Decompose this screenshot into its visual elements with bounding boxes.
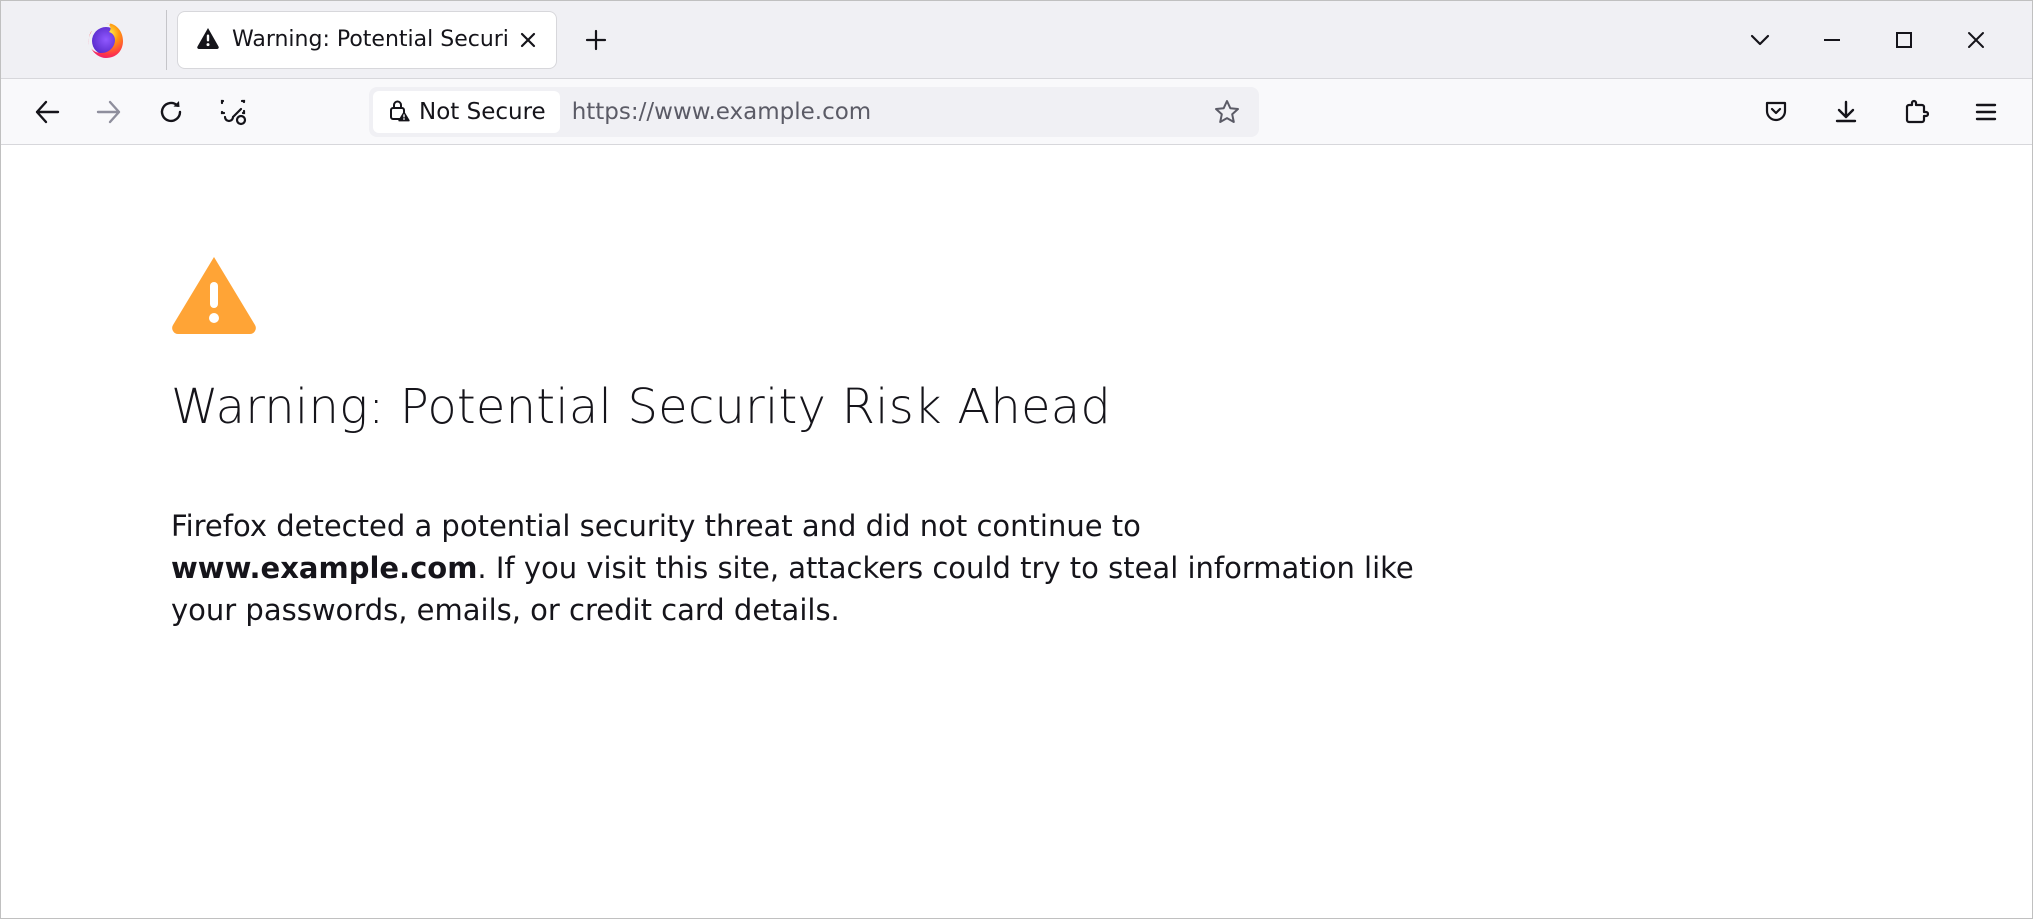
url-text: https://www.example.com xyxy=(572,99,1209,125)
app-menu-button[interactable] xyxy=(1960,86,2012,138)
page-heading: Warning: Potential Security Risk Ahead xyxy=(171,379,2032,435)
firefox-logo-icon xyxy=(86,20,126,60)
minimize-window-button[interactable] xyxy=(1796,12,1868,68)
bookmark-star-button[interactable] xyxy=(1209,94,1245,130)
forward-button[interactable] xyxy=(83,86,135,138)
desc-host: www.example.com xyxy=(171,551,477,585)
close-window-button[interactable] xyxy=(1940,12,2012,68)
pocket-button[interactable] xyxy=(1750,86,1802,138)
back-button[interactable] xyxy=(21,86,73,138)
url-bar[interactable]: Not Secure https://www.example.com xyxy=(369,87,1259,137)
lock-warning-icon xyxy=(387,98,411,126)
downloads-button[interactable] xyxy=(1820,86,1872,138)
new-tab-button[interactable] xyxy=(572,16,620,64)
tab-bar: Warning: Potential Security Risk xyxy=(1,1,2032,79)
maximize-window-button[interactable] xyxy=(1868,12,1940,68)
warning-triangle-icon xyxy=(196,26,220,54)
not-secure-label: Not Secure xyxy=(419,99,546,125)
screenshot-button[interactable] xyxy=(207,86,259,138)
extensions-button[interactable] xyxy=(1890,86,1942,138)
reload-button[interactable] xyxy=(145,86,197,138)
active-tab[interactable]: Warning: Potential Security Risk xyxy=(177,11,557,69)
security-indicator[interactable]: Not Secure xyxy=(373,91,560,133)
close-tab-button[interactable] xyxy=(514,26,542,54)
tab-title: Warning: Potential Security Risk xyxy=(232,27,509,52)
page-content: Warning: Potential Security Risk Ahead F… xyxy=(1,145,2032,631)
window-controls xyxy=(1796,12,2032,68)
desc-text-before: Firefox detected a potential security th… xyxy=(171,509,1141,543)
tab-divider xyxy=(166,10,167,70)
warning-triangle-large-icon xyxy=(171,255,2032,339)
navigation-toolbar: Not Secure https://www.example.com xyxy=(1,79,2032,145)
page-description: Firefox detected a potential security th… xyxy=(171,505,1461,631)
list-all-tabs-button[interactable] xyxy=(1724,12,1796,68)
